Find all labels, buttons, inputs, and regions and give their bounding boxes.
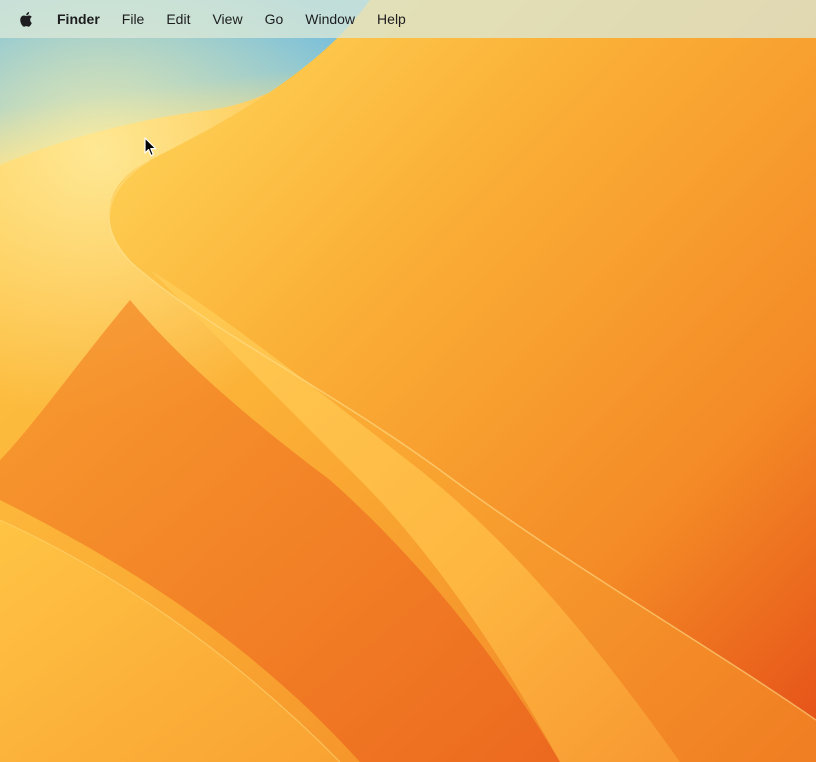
- arrow-cursor-icon: [144, 137, 157, 157]
- menu-bar: Finder File Edit View Go Window Help: [0, 0, 816, 38]
- menu-help[interactable]: Help: [366, 0, 417, 38]
- desktop-wallpaper: [0, 0, 816, 762]
- desktop[interactable]: Finder File Edit View Go Window Help: [0, 0, 816, 762]
- menu-edit[interactable]: Edit: [155, 0, 201, 38]
- menu-app-name[interactable]: Finder: [46, 0, 111, 38]
- menu-view[interactable]: View: [201, 0, 253, 38]
- menu-go[interactable]: Go: [254, 0, 295, 38]
- menu-window[interactable]: Window: [294, 0, 366, 38]
- menu-file[interactable]: File: [111, 0, 156, 38]
- apple-logo-icon[interactable]: [18, 9, 36, 29]
